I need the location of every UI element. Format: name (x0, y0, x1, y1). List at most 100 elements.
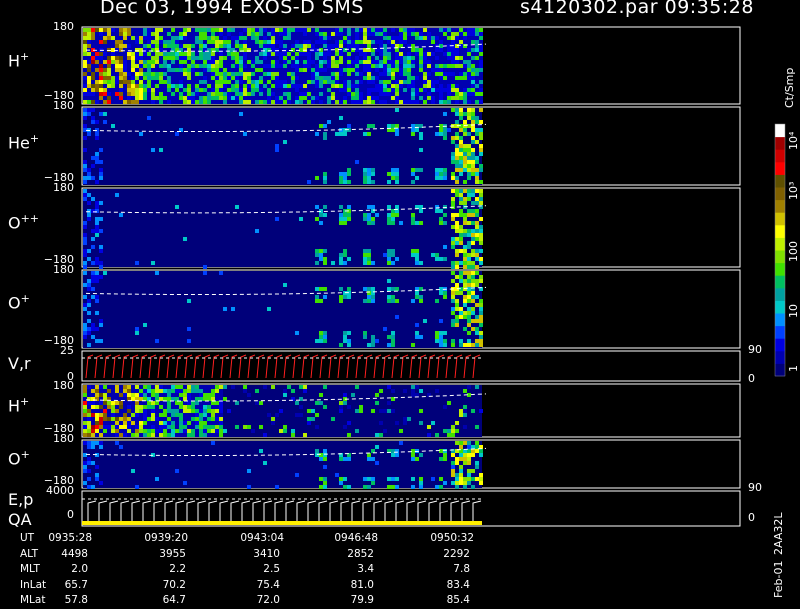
spectrogram-cell (435, 209, 439, 213)
spectrogram-cell (311, 52, 315, 56)
spectrogram-cell (147, 405, 151, 409)
spectrogram-cell (143, 92, 147, 96)
spectrogram-cell (99, 32, 103, 36)
spectrogram-cell (463, 96, 467, 100)
spectrogram-cell (183, 36, 187, 40)
spectrogram-cell (247, 76, 251, 80)
spectrogram-cell (419, 209, 423, 213)
spectrogram-cell (119, 40, 123, 44)
spectrogram-cell (475, 225, 479, 229)
spectrogram-cell (451, 279, 455, 283)
spectrogram-cell (467, 295, 471, 299)
spectrogram-cell (91, 295, 95, 299)
spectrogram-cell (455, 307, 459, 311)
spectrogram-cell (331, 261, 335, 265)
spectrogram-cell (171, 84, 175, 88)
spectrogram-cell (463, 124, 467, 128)
spectrogram-cell (95, 32, 99, 36)
spectrogram-cell (239, 84, 243, 88)
spectrogram-cell (435, 389, 439, 393)
spectrogram-cell (147, 76, 151, 80)
spectrogram-cell (347, 217, 351, 221)
spectrogram-cell (371, 76, 375, 80)
spectrogram-cell (471, 295, 475, 299)
spectrogram-cell (431, 64, 435, 68)
panel-label-e-p: E,p (8, 490, 34, 509)
spectrogram-cell (163, 433, 167, 437)
spectrogram-cell (431, 48, 435, 52)
spectrogram-cell (307, 421, 311, 425)
spectrogram-cell (263, 68, 267, 72)
spectrogram-cell (339, 68, 343, 72)
spectrogram-cell (151, 64, 155, 68)
spectrogram-cell (83, 112, 87, 116)
spectrogram-cell (351, 96, 355, 100)
spectrogram-cell (291, 389, 295, 393)
spectrogram-cell (283, 393, 287, 397)
spectrogram-cell (215, 96, 219, 100)
spectrogram-cell (131, 421, 135, 425)
spectrogram-cell (287, 60, 291, 64)
spectrogram-cell (331, 40, 335, 44)
spectrogram-cell (91, 421, 95, 425)
spectrogram-cell (315, 44, 319, 48)
spectrogram-cell (471, 253, 475, 257)
spectrogram-cell (147, 421, 151, 425)
spectrogram-cell (479, 68, 483, 72)
spectrogram-cell (187, 40, 191, 44)
spectrogram-cell (243, 88, 247, 92)
spectrogram-cell (391, 221, 395, 225)
spectrogram-cell (467, 197, 471, 201)
spectrogram-cell (463, 84, 467, 88)
spectrogram-cell (435, 168, 439, 172)
spectrogram-cell (275, 96, 279, 100)
spectrogram-cell (467, 176, 471, 180)
spectrogram-cell (467, 116, 471, 120)
spectrogram-cell (351, 100, 355, 104)
spectrogram-cell (87, 96, 91, 100)
spectrogram-cell (227, 60, 231, 64)
spectrogram-cell (367, 343, 371, 347)
spectrogram-cell (459, 52, 463, 56)
spectrogram-cell (475, 168, 479, 172)
spectrogram-cell (455, 32, 459, 36)
spectrogram-cell (415, 56, 419, 60)
spectrogram-cell (323, 295, 327, 299)
spectrogram-cell (463, 343, 467, 347)
spectrogram-cell (427, 48, 431, 52)
spectrogram-cell (287, 72, 291, 76)
spectrogram-cell (303, 92, 307, 96)
spectrogram-cell (383, 56, 387, 60)
spectrogram-cell (427, 76, 431, 80)
spectrogram-cell (223, 28, 227, 32)
spectrogram-cell (219, 425, 223, 429)
spectrogram-cell (367, 28, 371, 32)
spectrogram-cell (475, 279, 479, 283)
spectrogram-cell (419, 28, 423, 32)
spectrogram-cell (179, 60, 183, 64)
spectrogram-cell (439, 221, 443, 225)
spectrogram-cell (475, 283, 479, 287)
ephem-cell: 0950:32 (430, 532, 474, 544)
spectrogram-cell (131, 84, 135, 88)
spectrogram-cell (419, 52, 423, 56)
spectrogram-cell (395, 287, 399, 291)
spectrogram-cell (379, 84, 383, 88)
spectrogram-cell (291, 60, 295, 64)
spectrogram-cell (479, 92, 483, 96)
spectrogram-cell (339, 52, 343, 56)
spectrogram-cell (467, 481, 471, 485)
spectrogram-cell (475, 201, 479, 205)
spectrogram-cell (439, 128, 443, 132)
spectrogram-cell (143, 323, 147, 327)
colorbar-segment (775, 199, 785, 213)
spectrogram-cell (467, 132, 471, 136)
spectrogram-cell (243, 80, 247, 84)
spectrogram-cell (339, 477, 343, 481)
spectrogram-cell (127, 96, 131, 100)
spectrogram-cell (475, 116, 479, 120)
spectrogram-cell (471, 32, 475, 36)
ephem-cell: 3.4 (357, 563, 374, 575)
spectrogram-cell (363, 80, 367, 84)
spectrogram-cell (247, 100, 251, 104)
